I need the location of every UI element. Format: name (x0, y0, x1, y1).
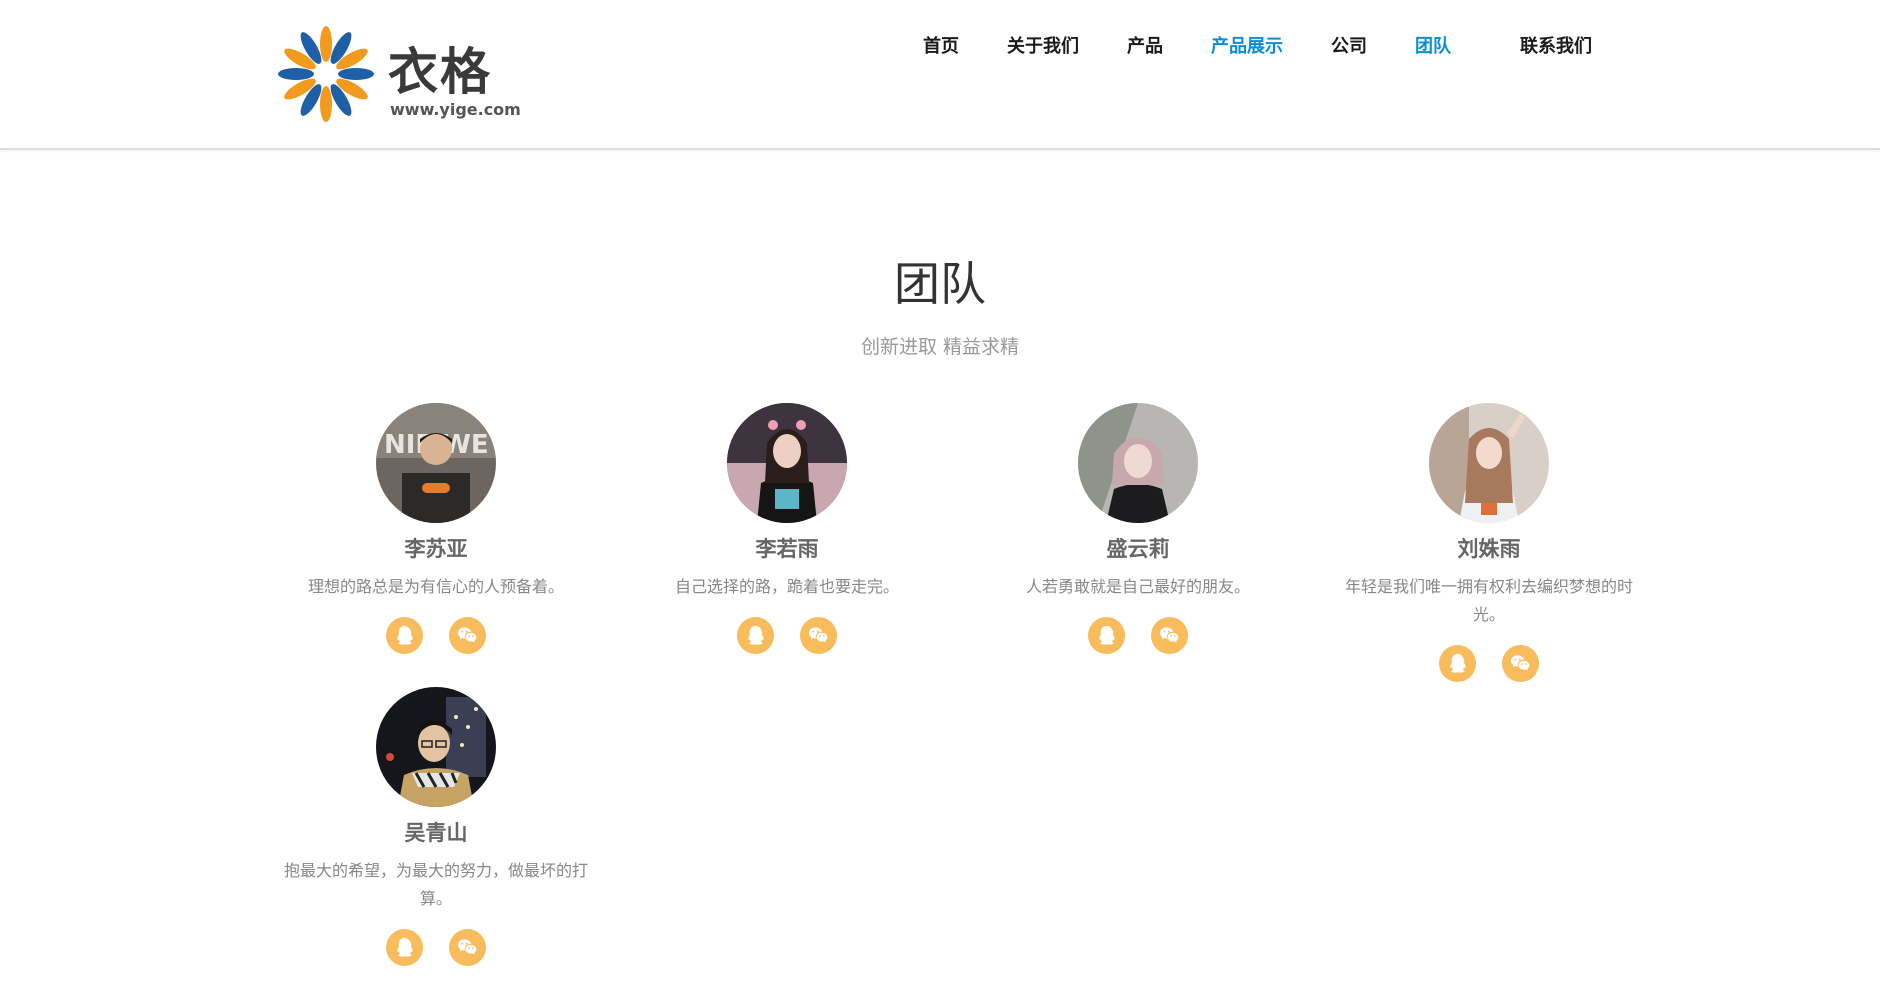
avatar (1078, 403, 1198, 523)
qq-icon[interactable] (386, 929, 424, 966)
social-links (276, 929, 596, 967)
member-name: 李苏亚 (404, 536, 468, 561)
qq-icon[interactable] (1088, 617, 1126, 654)
wechat-icon[interactable] (448, 617, 486, 654)
member-motto: 理想的路总是为有信心的人预备着。 (307, 577, 564, 596)
nav-home[interactable]: 首页 (923, 32, 959, 58)
wechat-icon[interactable] (799, 617, 837, 654)
social-links (276, 617, 596, 655)
team-member-card: 吴青山 抱最大的希望，为最大的努力，做最坏的打算。 (276, 687, 596, 967)
team-member-card: 李若雨 自己选择的路，跪着也要走完。 (627, 403, 947, 655)
wechat-icon[interactable] (448, 929, 486, 966)
brand-name: 衣格 (388, 42, 492, 101)
page-title: 团队 (894, 257, 986, 311)
nav-contact[interactable]: 联系我们 (1520, 32, 1592, 58)
member-name: 盛云莉 (1106, 536, 1170, 561)
social-links (627, 617, 947, 655)
avatar: NIE WE (376, 403, 496, 523)
site-logo[interactable]: 衣格 www.yige.com (278, 24, 521, 124)
wechat-icon[interactable] (1150, 617, 1188, 654)
qq-icon[interactable] (386, 617, 424, 654)
nav-product-showcase[interactable]: 产品展示 (1211, 32, 1283, 58)
nav-about[interactable]: 关于我们 (1007, 32, 1079, 58)
team-member-card: 刘姝雨 年轻是我们唯一拥有权利去编织梦想的时光。 (1329, 403, 1649, 683)
brand-url: www.yige.com (390, 100, 521, 119)
member-motto: 年轻是我们唯一拥有权利去编织梦想的时光。 (1344, 577, 1633, 624)
qq-icon[interactable] (737, 617, 775, 654)
qq-icon[interactable] (1439, 645, 1477, 682)
member-motto: 人若勇敢就是自己最好的朋友。 (1025, 577, 1250, 596)
nav-products[interactable]: 产品 (1127, 32, 1163, 58)
member-motto: 抱最大的希望，为最大的努力，做最坏的打算。 (283, 861, 588, 908)
social-links (978, 617, 1298, 655)
social-links (1329, 645, 1649, 683)
member-name: 吴青山 (404, 820, 468, 845)
avatar (727, 403, 847, 523)
nav-company[interactable]: 公司 (1331, 32, 1367, 58)
member-name: 刘姝雨 (1457, 536, 1521, 561)
team-member-card: 盛云莉 人若勇敢就是自己最好的朋友。 (978, 403, 1298, 655)
page-subtitle: 创新进取 精益求精 (860, 336, 1020, 358)
site-header: 衣格 www.yige.com 首页 关于我们 产品 产品展示 公司 团队 联系… (0, 0, 1880, 150)
member-name: 李若雨 (755, 536, 819, 561)
sunflower-logo-icon (278, 26, 374, 122)
avatar (1429, 403, 1549, 523)
avatar (376, 687, 496, 807)
member-motto: 自己选择的路，跪着也要走完。 (674, 577, 899, 596)
team-member-card: NIE WE 李苏亚 理想的路总是为有信心的人预备着。 (276, 403, 596, 655)
nav-team[interactable]: 团队 (1415, 32, 1451, 58)
wechat-icon[interactable] (1501, 645, 1539, 682)
